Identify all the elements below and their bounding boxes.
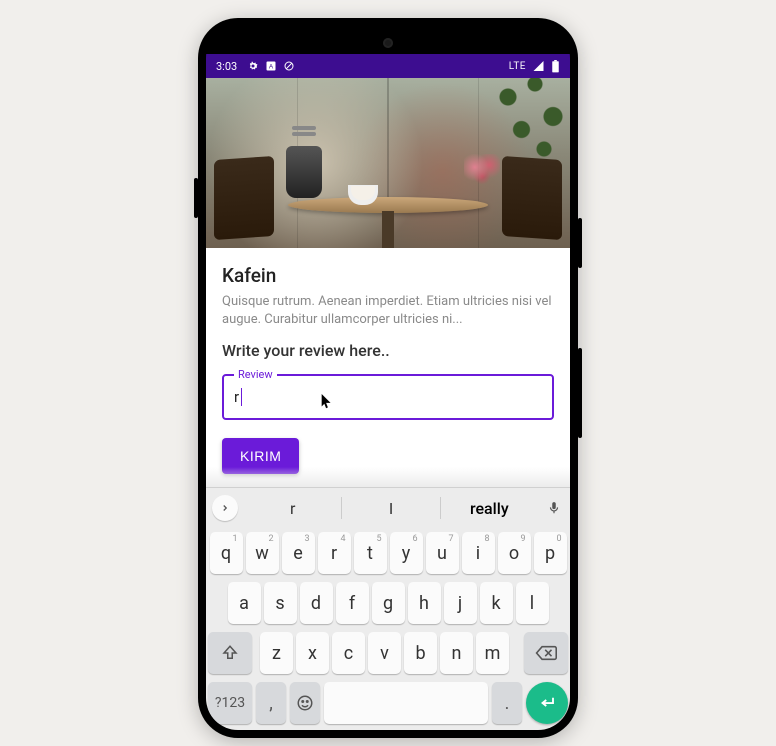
symbols-key[interactable]: ?123 <box>208 682 252 724</box>
review-input[interactable]: Review r <box>222 374 554 420</box>
comma-key[interactable]: , <box>256 682 286 724</box>
enter-key[interactable] <box>526 682 568 724</box>
square-a-icon: A <box>265 60 277 72</box>
phone-frame: 3:03 A LTE Kafein Quisque rutrum. Aenean… <box>198 18 578 738</box>
keyboard-row-3: zxcvbnm <box>206 628 570 678</box>
key-f[interactable]: f <box>336 582 369 624</box>
suggestion-bar: r I really <box>206 487 570 528</box>
microphone-icon <box>547 499 561 517</box>
network-label: LTE <box>509 61 526 72</box>
battery-icon <box>551 60 560 73</box>
key-r[interactable]: r4 <box>318 532 351 574</box>
key-s[interactable]: s <box>264 582 297 624</box>
keyboard-row-2: asdfghjkl <box>206 578 570 628</box>
key-j[interactable]: j <box>444 582 477 624</box>
key-d[interactable]: d <box>300 582 333 624</box>
period-key[interactable]: . <box>492 682 522 724</box>
status-time: 3:03 <box>216 60 237 73</box>
key-e[interactable]: e3 <box>282 532 315 574</box>
key-a[interactable]: a <box>228 582 261 624</box>
suggestion-1[interactable]: r <box>244 499 341 518</box>
keyboard-row-4: ?123 , . <box>206 678 570 728</box>
phone-screen: 3:03 A LTE Kafein Quisque rutrum. Aenean… <box>206 26 570 730</box>
shift-key[interactable] <box>208 632 252 674</box>
key-z[interactable]: z <box>260 632 293 674</box>
key-g[interactable]: g <box>372 582 405 624</box>
side-button <box>578 348 582 438</box>
enter-icon <box>538 696 556 710</box>
key-t[interactable]: t5 <box>354 532 387 574</box>
emoji-key[interactable] <box>290 682 320 724</box>
suggestion-2[interactable]: I <box>342 499 439 518</box>
key-p[interactable]: p0 <box>534 532 567 574</box>
key-y[interactable]: y6 <box>390 532 423 574</box>
key-b[interactable]: b <box>404 632 437 674</box>
side-button <box>194 178 198 218</box>
shift-icon <box>221 644 239 662</box>
key-u[interactable]: u7 <box>426 532 459 574</box>
key-i[interactable]: i8 <box>462 532 495 574</box>
key-k[interactable]: k <box>480 582 513 624</box>
key-x[interactable]: x <box>296 632 329 674</box>
svg-text:A: A <box>269 64 274 71</box>
review-input-label: Review <box>234 368 277 381</box>
status-bar: 3:03 A LTE <box>206 54 570 78</box>
signal-icon <box>532 60 545 72</box>
space-key[interactable] <box>324 682 488 724</box>
keyboard-row-1: q1w2e3r4t5y6u7i8o9p0 <box>206 528 570 578</box>
key-c[interactable]: c <box>332 632 365 674</box>
key-n[interactable]: n <box>440 632 473 674</box>
hero-image <box>206 78 570 248</box>
review-heading: Write your review here.. <box>222 341 554 360</box>
keyboard-row-3-letters: zxcvbnm <box>260 632 516 674</box>
side-button <box>578 218 582 268</box>
key-w[interactable]: w2 <box>246 532 279 574</box>
suggestion-3[interactable]: really <box>441 499 538 518</box>
key-h[interactable]: h <box>408 582 441 624</box>
voice-input-button[interactable] <box>538 499 570 517</box>
chevron-right-icon <box>220 503 230 513</box>
soft-keyboard: r I really q1w2e3r4t5y6u7i8o9p0 asdfghjk… <box>206 487 570 730</box>
gear-icon <box>247 60 259 72</box>
backspace-icon <box>535 645 557 661</box>
front-camera <box>383 38 393 48</box>
key-m[interactable]: m <box>476 632 509 674</box>
key-q[interactable]: q1 <box>210 532 243 574</box>
emoji-icon <box>296 694 314 712</box>
backspace-key[interactable] <box>524 632 568 674</box>
review-input-value: r <box>234 388 542 406</box>
key-v[interactable]: v <box>368 632 401 674</box>
place-title: Kafein <box>222 264 554 287</box>
place-description: Quisque rutrum. Aenean imperdiet. Etiam … <box>222 293 554 329</box>
no-sim-icon <box>283 60 295 72</box>
expand-suggestions-button[interactable] <box>212 495 238 521</box>
key-l[interactable]: l <box>516 582 549 624</box>
key-o[interactable]: o9 <box>498 532 531 574</box>
